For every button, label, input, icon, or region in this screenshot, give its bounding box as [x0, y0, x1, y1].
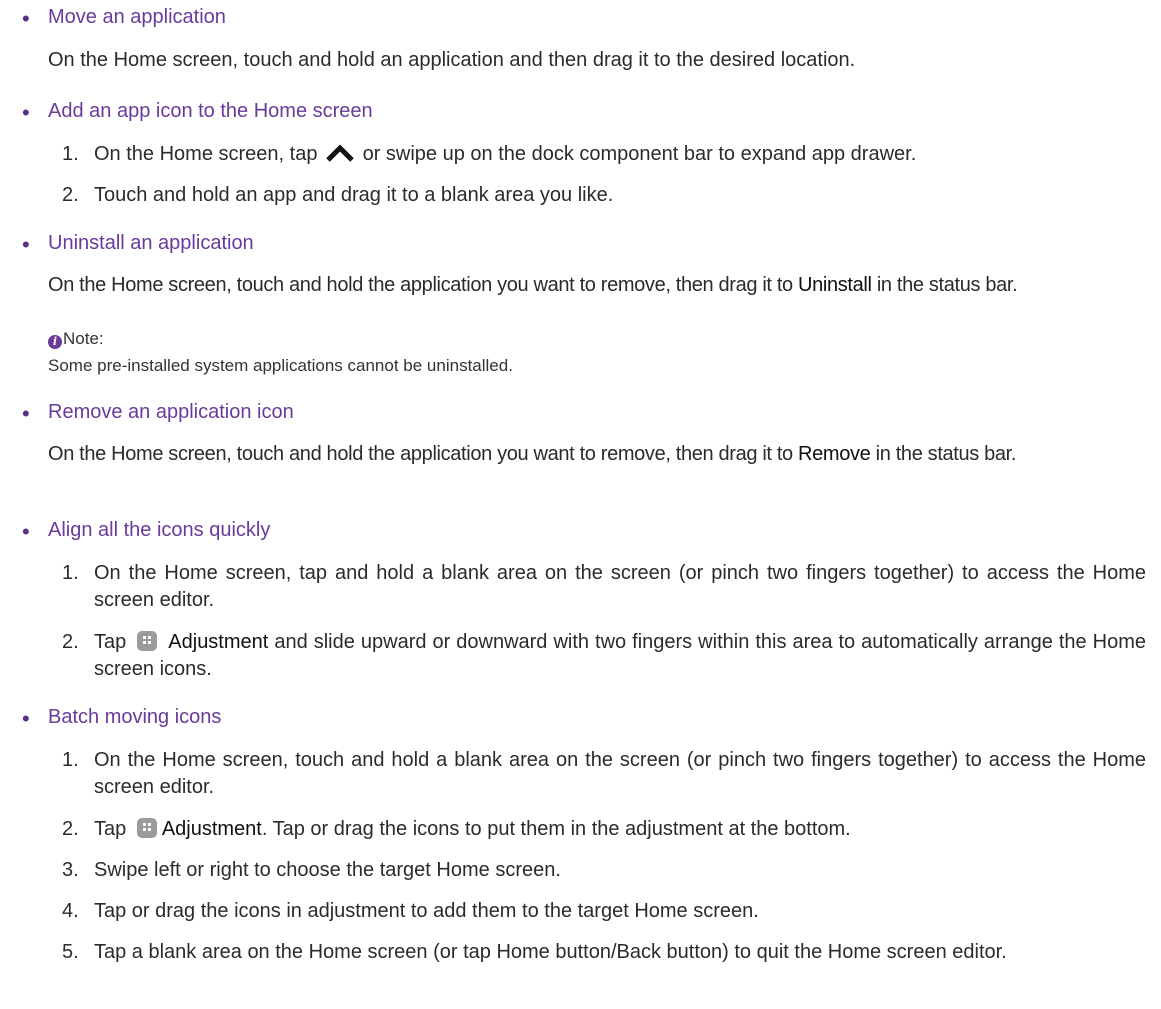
adjustment-label: Adjustment — [168, 631, 269, 653]
adjustment-label: Adjustment — [161, 818, 262, 840]
step-text-pre: Tap — [94, 818, 127, 840]
uninstall-label: Uninstall — [798, 274, 872, 296]
bullet: • — [22, 519, 30, 544]
adjustment-icon — [136, 818, 157, 838]
section-heading-remove-icon: Remove an application icon — [48, 401, 294, 423]
step-number: 2. — [62, 631, 79, 653]
step-number: 4. — [62, 900, 79, 922]
bullet: • — [22, 706, 30, 731]
info-icon: i — [48, 335, 62, 349]
chevron-up-icon — [326, 144, 354, 162]
step-number: 3. — [62, 859, 79, 881]
note-label-text: Note: — [63, 329, 104, 348]
step-text: On the Home screen, tap and hold a blank… — [94, 562, 1146, 611]
section-body: On the Home screen, touch and hold the a… — [48, 272, 1146, 299]
step-number: 1. — [62, 143, 79, 165]
section-heading-batch-moving: Batch moving icons — [48, 706, 222, 728]
document-page: • Move an application On the Home screen… — [0, 0, 1161, 1009]
body-text-post: in the status bar. — [875, 443, 1017, 465]
note-text: Some pre-installed system applications c… — [48, 356, 513, 375]
step-number: 1. — [62, 749, 79, 771]
step-text: On the Home screen, touch and hold a bla… — [94, 749, 1146, 798]
section-body: On the Home screen, touch and hold the a… — [48, 441, 1146, 468]
body-text-pre: On the Home screen, touch and hold the a… — [48, 443, 793, 465]
step-number: 2. — [62, 818, 79, 840]
step-number: 2. — [62, 184, 79, 206]
step-number: 1. — [62, 562, 79, 584]
section-body: On the Home screen, touch and hold an ap… — [48, 49, 856, 71]
body-text-post: in the status bar. — [876, 274, 1018, 296]
remove-label: Remove — [798, 443, 871, 465]
body-text-pre: On the Home screen, touch and hold the a… — [48, 274, 793, 296]
step-text-post: . Tap or drag the icons to put them in t… — [261, 818, 851, 840]
bullet: • — [22, 6, 30, 31]
bullet: • — [22, 401, 30, 426]
step-text: Tap Adjustment and slide upward or downw… — [94, 629, 1146, 683]
step-text-pre: On the Home screen, tap — [94, 143, 318, 165]
step-text-pre: Tap — [94, 631, 127, 653]
section-heading-align-icons: Align all the icons quickly — [48, 519, 271, 541]
step-number: 5. — [62, 941, 79, 963]
step-text: Tap or drag the icons in adjustment to a… — [94, 900, 759, 922]
section-heading-uninstall: Uninstall an application — [48, 232, 254, 254]
step-text: Touch and hold an app and drag it to a b… — [94, 184, 614, 206]
section-heading-add-app-icon: Add an app icon to the Home screen — [48, 100, 373, 122]
adjustment-icon — [137, 631, 158, 651]
bullet: • — [22, 232, 30, 257]
section-heading-move-application: Move an application — [48, 6, 226, 28]
bullet: • — [22, 100, 30, 125]
step-text: Tap a blank area on the Home screen (or … — [94, 941, 1007, 963]
step-text-post: or swipe up on the dock component bar to… — [362, 143, 917, 165]
step-text: On the Home screen, tap or swipe up on t… — [94, 141, 1146, 168]
step-text: Swipe left or right to choose the target… — [94, 859, 561, 881]
note-label: i Note: — [48, 328, 104, 350]
step-text: Tap Adjustment. Tap or drag the icons to… — [94, 816, 1146, 843]
